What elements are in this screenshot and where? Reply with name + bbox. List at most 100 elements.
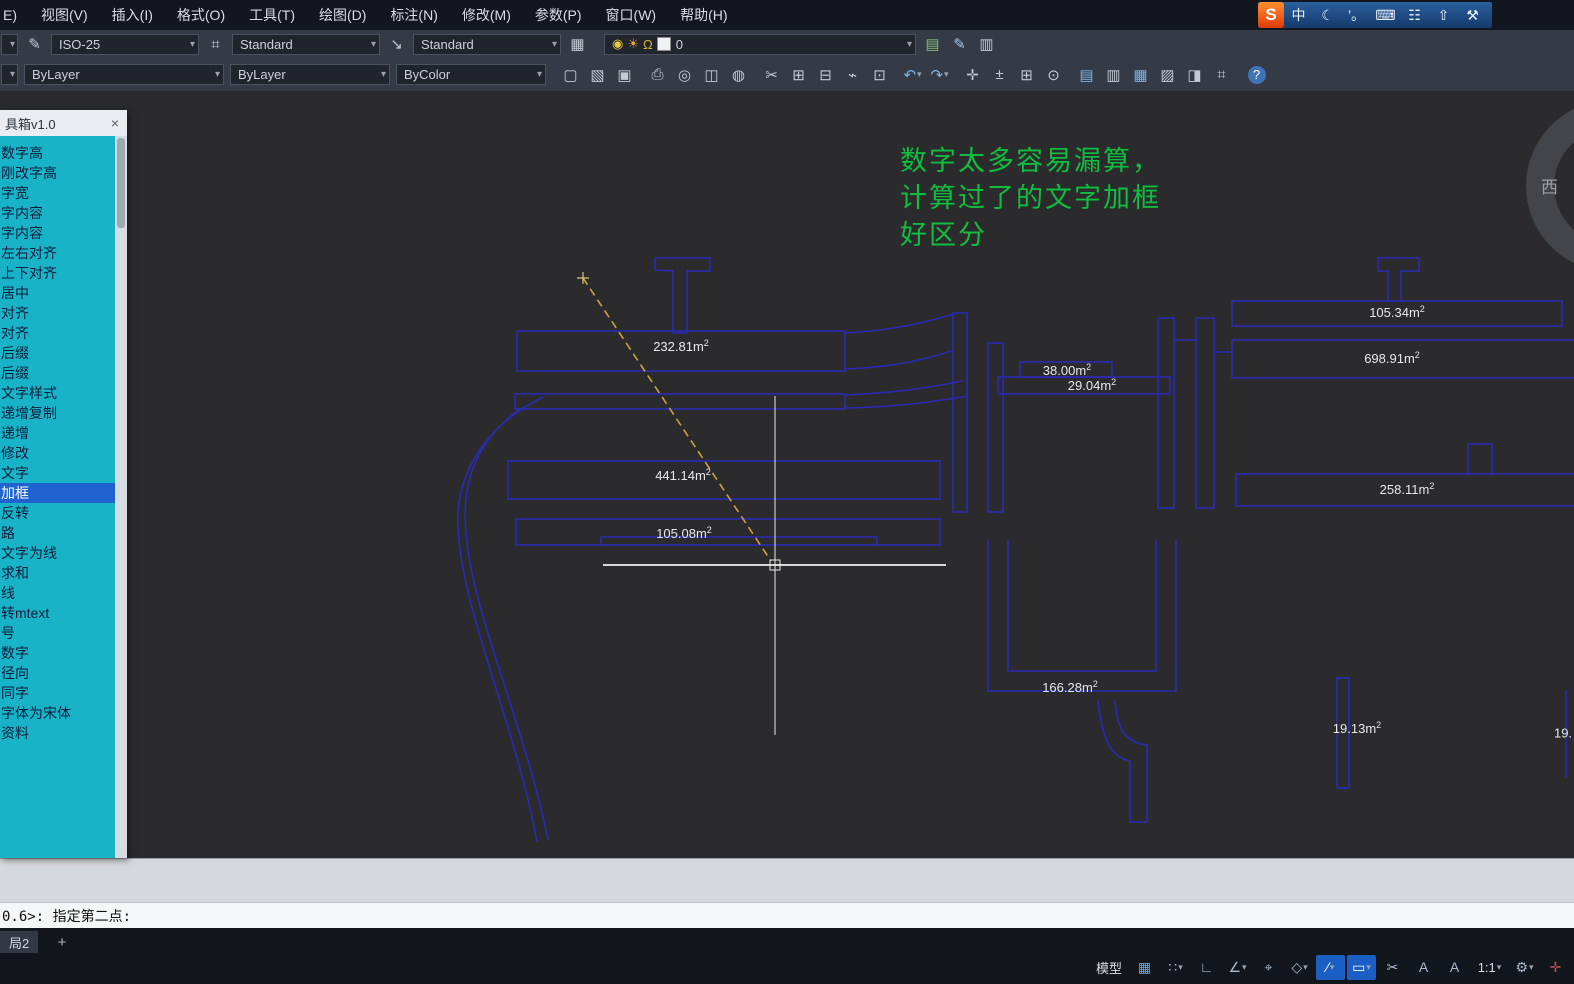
markup-icon[interactable]: ◨ <box>1182 62 1207 87</box>
settings-gear-icon[interactable]: ⚙ ▾ <box>1510 955 1539 980</box>
menu-tools[interactable]: 工具(T) <box>237 0 307 30</box>
palette-item[interactable]: 径向 <box>0 663 115 683</box>
plot-preview-icon[interactable]: ◎ <box>672 62 697 87</box>
menu-view[interactable]: 视图(V) <box>29 0 100 30</box>
close-icon[interactable]: × <box>107 115 123 131</box>
palette-item[interactable]: 字宽 <box>0 183 115 203</box>
menu-help[interactable]: 帮助(H) <box>668 0 739 30</box>
annoscale-sync-icon[interactable]: A <box>1440 955 1469 980</box>
textstyle-combo[interactable]: Standard ▾ <box>232 33 380 55</box>
undo-icon[interactable]: ↶ ▾ <box>900 62 925 87</box>
scrollbar-thumb[interactable] <box>117 138 125 228</box>
menu-insert[interactable]: 插入(I) <box>100 0 165 30</box>
cut-icon[interactable]: ✂ <box>759 62 784 87</box>
linetype-combo[interactable]: ByLayer ▾ <box>230 64 390 85</box>
palette-item[interactable]: 数字高 <box>0 143 115 163</box>
menu-modify[interactable]: 修改(M) <box>450 0 523 30</box>
wrench-icon[interactable]: ⚒ <box>1458 7 1487 24</box>
paste-icon[interactable]: ⊟ <box>813 62 838 87</box>
compass-west-label[interactable]: 西 <box>1541 173 1558 198</box>
palette-item[interactable]: 修改 <box>0 443 115 463</box>
linetype-display-icon[interactable]: ∕ ▾ <box>1316 954 1345 980</box>
menu-dimension[interactable]: 标注(N) <box>378 0 449 30</box>
left-combo-fragment[interactable]: ▾ <box>1 64 18 85</box>
palette-scrollbar[interactable] <box>115 136 127 858</box>
layer-properties-icon[interactable]: ▤ <box>920 32 945 57</box>
web-icon[interactable]: ◍ <box>726 62 751 87</box>
palette-item[interactable]: 反转 <box>0 503 115 523</box>
palette-item[interactable]: 后缀 <box>0 343 115 363</box>
publish-icon[interactable]: ◫ <box>699 62 724 87</box>
palette-item[interactable]: 左右对齐 <box>0 243 115 263</box>
infer-constraints-icon[interactable]: ∟ <box>1192 955 1221 980</box>
palette-item[interactable]: 同字 <box>0 683 115 703</box>
quickcalc-icon[interactable]: ⌗ <box>1209 62 1234 87</box>
palette-item[interactable]: 刚改字高 <box>0 163 115 183</box>
snap-icon[interactable]: ∷ ▾ <box>1161 955 1190 980</box>
palette-item[interactable]: 加框 <box>0 483 115 503</box>
designcenter-icon[interactable]: ▥ <box>1101 62 1126 87</box>
palette-item[interactable]: 线 <box>0 583 115 603</box>
chinese-mode-icon[interactable]: 中 <box>1284 5 1313 25</box>
dynamic-input-icon[interactable]: ⌖ <box>1254 955 1283 980</box>
annotation-visibility-icon[interactable]: A <box>1409 955 1438 980</box>
block-editor-icon[interactable]: ⊡ <box>867 62 892 87</box>
palette-item[interactable]: 对齐 <box>0 323 115 343</box>
palette-item[interactable]: 字内容 <box>0 223 115 243</box>
palette-item[interactable]: 数字 <box>0 643 115 663</box>
sogou-logo[interactable]: S <box>1258 2 1284 28</box>
color-combo[interactable]: ByLayer ▾ <box>24 64 224 85</box>
moon-icon[interactable]: ☾ <box>1313 7 1342 24</box>
dimstyle-combo[interactable]: ISO-25 ▾ <box>51 33 199 55</box>
palette-item[interactable]: 居中 <box>0 283 115 303</box>
command-input[interactable]: 0.6>: 指定第二点: <box>0 902 1574 929</box>
menu-format[interactable]: 格式(O) <box>165 0 237 30</box>
menu-window[interactable]: 窗口(W) <box>594 0 669 30</box>
command-history[interactable] <box>0 858 1574 903</box>
tool-palettes-icon[interactable]: ▦ <box>1128 62 1153 87</box>
palette-titlebar[interactable]: 具箱v1.0 × <box>0 110 127 136</box>
layer-combo[interactable]: ◉ ☀ Ω 0 ▾ <box>604 33 916 55</box>
palette-item[interactable]: 路 <box>0 523 115 543</box>
menu-parametric[interactable]: 参数(P) <box>523 0 594 30</box>
palette-item[interactable]: 文字样式 <box>0 383 115 403</box>
layer-edit-icon[interactable]: ✎ <box>947 32 972 57</box>
annotation-scale-button[interactable]: 1:1 ▾ <box>1471 955 1508 980</box>
match-properties-icon[interactable]: ⌁ <box>840 62 865 87</box>
menu-edit-partial[interactable]: E) <box>0 0 29 30</box>
style-edit-icon[interactable]: ✎ <box>22 32 47 57</box>
zoom-previous-icon[interactable]: ⊙ <box>1041 62 1066 87</box>
palette-item[interactable]: 递增 <box>0 423 115 443</box>
punctuation-icon[interactable]: ’。 <box>1342 5 1371 25</box>
clean-screen-icon[interactable]: ✛ <box>1541 955 1570 980</box>
model-space-button[interactable]: 模型 <box>1090 955 1128 980</box>
palette-item[interactable]: 文字 <box>0 463 115 483</box>
palette-item[interactable]: 号 <box>0 623 115 643</box>
palette-item[interactable]: 求和 <box>0 563 115 583</box>
skin-icon[interactable]: ⇧ <box>1429 7 1458 24</box>
save-icon[interactable]: ▣ <box>612 62 637 87</box>
tablestyle-manager-icon[interactable]: ▦ <box>565 32 590 57</box>
ortho-icon[interactable]: ∠ ▾ <box>1223 955 1252 980</box>
zoom-realtime-icon[interactable]: ± <box>987 62 1012 87</box>
multileader-style-icon[interactable]: ↘ <box>384 32 409 57</box>
help-icon[interactable]: ? <box>1244 62 1269 87</box>
layout-tab[interactable]: 局2 <box>0 931 39 953</box>
lineweight-combo[interactable]: ByColor ▾ <box>396 64 546 85</box>
palette-item[interactable]: 文字为线 <box>0 543 115 563</box>
palette-item[interactable]: 后缀 <box>0 363 115 383</box>
layer-states-icon[interactable]: ▥ <box>974 32 999 57</box>
grid-icon[interactable]: ▦ <box>1130 955 1159 980</box>
zoom-window-icon[interactable]: ⊞ <box>1014 62 1039 87</box>
palette-item[interactable]: 转mtext <box>0 603 115 623</box>
open-icon[interactable]: ▧ <box>585 62 610 87</box>
palette-item[interactable]: 上下对齐 <box>0 263 115 283</box>
isolate-objects-icon[interactable]: ✂ <box>1378 955 1407 980</box>
workspace-combo-fragment[interactable]: ▾ <box>1 33 18 55</box>
palette-item[interactable]: 对齐 <box>0 303 115 323</box>
pan-icon[interactable]: ✛ <box>960 62 985 87</box>
menu-draw[interactable]: 绘图(D) <box>307 0 378 30</box>
osnap-icon[interactable]: ◇ ▾ <box>1285 955 1314 980</box>
keyboard-icon[interactable]: ⌨ <box>1371 7 1400 24</box>
lineweight-display-icon[interactable]: ▭ ▾ <box>1347 954 1376 980</box>
